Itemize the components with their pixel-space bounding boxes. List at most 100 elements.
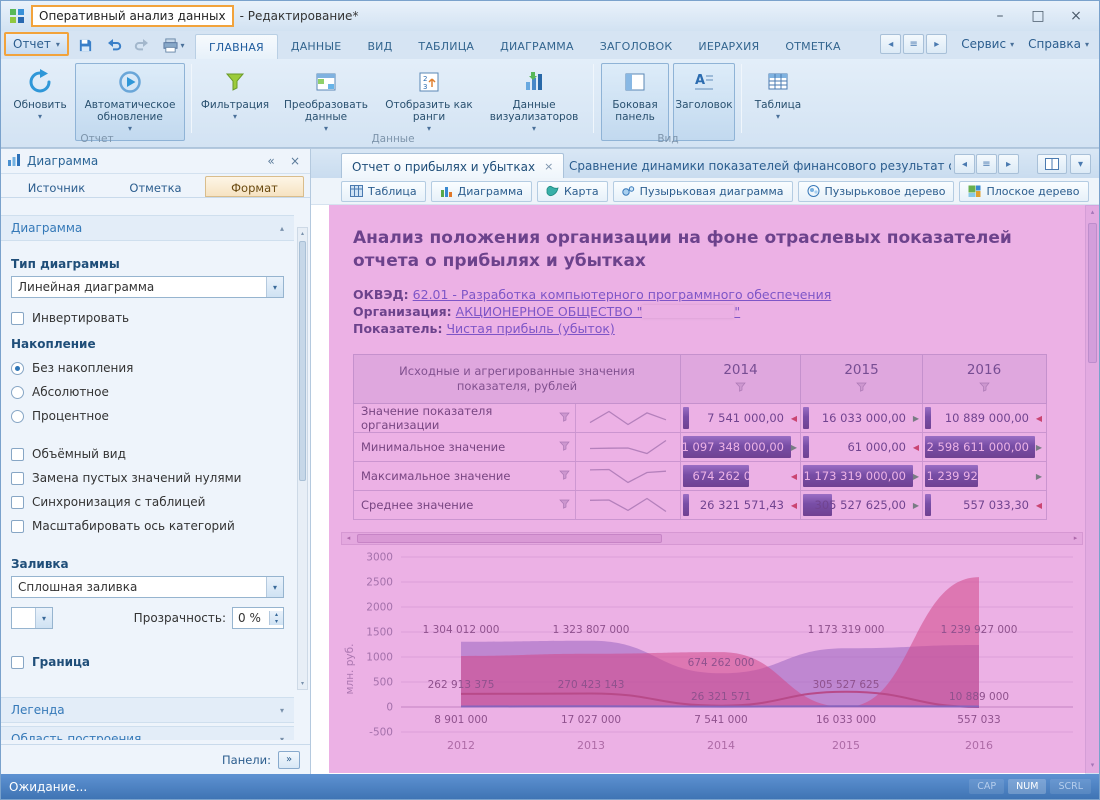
table-header-col1[interactable]: Исходные и агрегированные значения показ… bbox=[354, 355, 681, 403]
border-checkbox[interactable]: Граница bbox=[11, 655, 284, 669]
year-header-2014[interactable]: 2014 bbox=[681, 355, 801, 403]
close-tab-icon[interactable]: × bbox=[544, 160, 553, 173]
table-button[interactable]: Таблица ▾ bbox=[749, 63, 807, 141]
radio-absolute[interactable]: Абсолютное bbox=[11, 385, 284, 399]
filtering-button[interactable]: Фильтрация ▾ bbox=[199, 63, 271, 141]
view-button-bubble-chart[interactable]: Пузырьковая диаграмма bbox=[613, 181, 793, 202]
value-cell[interactable]: 557 033,30◀ bbox=[923, 491, 1045, 519]
doc-tab-profit-loss[interactable]: Отчет о прибылях и убытках× bbox=[341, 153, 564, 179]
panel-tab-source[interactable]: Источник bbox=[7, 176, 106, 197]
radio-no-accumulation[interactable]: Без накопления bbox=[11, 361, 284, 375]
row-name-cell[interactable]: Значение показателя организации bbox=[354, 404, 576, 432]
visualizers-data-button[interactable]: Данные визуализаторов ▾ bbox=[481, 63, 587, 141]
view-button-table[interactable]: Таблица bbox=[341, 181, 426, 202]
value-cell[interactable]: 2 598 611 000,00▶ bbox=[923, 433, 1045, 461]
vertical-scrollbar[interactable]: ▴ ▾ bbox=[1085, 206, 1099, 773]
scroll-down-icon[interactable]: ▾ bbox=[1086, 759, 1099, 773]
view-button-map[interactable]: Карта bbox=[537, 181, 608, 202]
organization-link[interactable]: АКЦИОНЕРНОЕ ОБЩЕСТВО "" bbox=[456, 304, 741, 319]
value-cell[interactable]: 1 173 319 000,00▶ bbox=[801, 462, 923, 490]
line-chart[interactable]: 300025002000150010005000-5001 304 012 00… bbox=[341, 549, 1081, 767]
filter-icon[interactable] bbox=[559, 469, 570, 483]
redo-button[interactable] bbox=[129, 34, 154, 56]
filter-icon[interactable] bbox=[559, 498, 570, 512]
scrollbar-thumb[interactable] bbox=[357, 534, 662, 543]
split-layout-button[interactable] bbox=[1037, 154, 1067, 174]
print-button[interactable]: ▾ bbox=[157, 34, 191, 56]
ribbon-tab-данные[interactable]: ДАННЫЕ bbox=[278, 34, 355, 59]
year-header-2015[interactable]: 2015 bbox=[801, 355, 923, 403]
section-legend[interactable]: Легенда▾ bbox=[1, 697, 294, 723]
list-icon[interactable]: ≡ bbox=[903, 34, 924, 54]
invert-checkbox[interactable]: Инвертировать bbox=[11, 311, 284, 325]
filter-icon[interactable] bbox=[979, 380, 990, 396]
year-header-2016[interactable]: 2016 bbox=[923, 355, 1045, 403]
transparency-spinner[interactable]: 0 % ▴▾ bbox=[232, 607, 284, 629]
scroll-left-icon[interactable]: ◂ bbox=[954, 154, 975, 174]
value-cell[interactable]: 26 321 571,43◀ bbox=[681, 491, 801, 519]
chart-type-select[interactable]: Линейная диаграмма▾ bbox=[11, 276, 284, 298]
scroll-right-icon[interactable]: ▸ bbox=[1069, 533, 1082, 544]
value-cell[interactable]: 16 033 000,00▶ bbox=[801, 404, 923, 432]
view-button-chart[interactable]: Диаграмма bbox=[431, 181, 532, 202]
ribbon-tab-вид[interactable]: ВИД bbox=[354, 34, 405, 59]
close-panel-button[interactable]: × bbox=[286, 154, 304, 168]
ribbon-tab-главная[interactable]: ГЛАВНАЯ bbox=[195, 34, 278, 59]
panel-scrollbar[interactable]: ▴ ▾ bbox=[297, 227, 308, 690]
value-cell[interactable]: 1 097 348 000,00▶ bbox=[681, 433, 801, 461]
radio-percent[interactable]: Процентное bbox=[11, 409, 284, 423]
minimize-button[interactable]: – bbox=[981, 3, 1019, 28]
view-button-bubble-tree[interactable]: Пузырьковое дерево bbox=[798, 181, 955, 202]
value-cell[interactable]: 10 889 000,00◀ bbox=[923, 404, 1045, 432]
filter-icon[interactable] bbox=[559, 440, 570, 454]
okved-link[interactable]: 62.01 - Разработка компьютерного програм… bbox=[413, 287, 832, 302]
scale-axis-checkbox[interactable]: Масштабировать ось категорий bbox=[11, 519, 284, 533]
value-cell[interactable]: 61 000,00◀ bbox=[801, 433, 923, 461]
section-plot-area[interactable]: Область построения▾ bbox=[1, 726, 294, 740]
maximize-button[interactable]: □ bbox=[1019, 3, 1057, 28]
value-cell[interactable]: 7 541 000,00◀ bbox=[681, 404, 801, 432]
panels-expand-button[interactable]: » bbox=[278, 751, 300, 769]
scroll-right-icon[interactable]: ▸ bbox=[926, 34, 947, 54]
indicator-link[interactable]: Чистая прибыль (убыток) bbox=[446, 321, 614, 336]
collapse-panel-button[interactable]: « bbox=[262, 154, 280, 168]
service-menu[interactable]: Сервис▾ bbox=[961, 37, 1014, 51]
replace-empty-checkbox[interactable]: Замена пустых значений нулями bbox=[11, 471, 284, 485]
ribbon-tab-таблица[interactable]: ТАБЛИЦА bbox=[405, 34, 487, 59]
scrollbar-thumb[interactable] bbox=[1088, 223, 1097, 363]
filter-icon[interactable] bbox=[856, 380, 867, 396]
spinner-arrows-icon[interactable]: ▴▾ bbox=[269, 611, 283, 625]
scroll-up-icon[interactable]: ▴ bbox=[298, 228, 307, 239]
close-button[interactable]: × bbox=[1057, 3, 1095, 28]
show-as-ranks-button[interactable]: 23 Отобразить как ранги ▾ bbox=[381, 63, 477, 141]
value-cell[interactable]: 674 262 000,00◀ bbox=[681, 462, 801, 490]
section-chart[interactable]: Диаграмма▴ bbox=[1, 215, 294, 241]
header-toggle-button[interactable]: A Заголовок bbox=[673, 63, 735, 141]
row-name-cell[interactable]: Максимальное значение bbox=[354, 462, 576, 490]
panel-tab-mark[interactable]: Отметка bbox=[106, 176, 205, 197]
value-cell[interactable]: 305 527 625,00▶ bbox=[801, 491, 923, 519]
layout-dropdown-button[interactable]: ▾ bbox=[1070, 154, 1091, 174]
ribbon-tab-диаграмма[interactable]: ДИАГРАММА bbox=[487, 34, 587, 59]
view-button-flat-tree[interactable]: Плоское дерево bbox=[959, 181, 1088, 202]
doc-tab-comparison[interactable]: Сравнение динамики показателей финансово… bbox=[559, 153, 951, 179]
report-menu-button[interactable]: Отчет▾ bbox=[4, 32, 69, 56]
panel-tab-format[interactable]: Формат bbox=[205, 176, 304, 197]
row-name-cell[interactable]: Минимальное значение bbox=[354, 433, 576, 461]
refresh-button[interactable]: Обновить ▾ bbox=[9, 63, 71, 141]
scroll-up-icon[interactable]: ▴ bbox=[1086, 206, 1099, 220]
scroll-left-icon[interactable]: ◂ bbox=[342, 533, 355, 544]
transform-data-button[interactable]: Преобразовать данные ▾ bbox=[275, 63, 377, 141]
scroll-right-icon[interactable]: ▸ bbox=[998, 154, 1019, 174]
scroll-left-icon[interactable]: ◂ bbox=[880, 34, 901, 54]
fill-type-select[interactable]: Сплошная заливка▾ bbox=[11, 576, 284, 598]
save-button[interactable] bbox=[73, 34, 98, 56]
volume-view-checkbox[interactable]: Объёмный вид bbox=[11, 447, 284, 461]
sync-table-checkbox[interactable]: Синхронизация с таблицей bbox=[11, 495, 284, 509]
horizontal-scrollbar[interactable]: ◂ ▸ bbox=[341, 532, 1083, 545]
value-cell[interactable]: 1 239 927 000,00▶ bbox=[923, 462, 1045, 490]
ribbon-tab-заголовок[interactable]: ЗАГОЛОВОК bbox=[587, 34, 686, 59]
ribbon-tab-отметка[interactable]: ОТМЕТКА bbox=[772, 34, 853, 59]
list-icon[interactable]: ≡ bbox=[976, 154, 997, 174]
ribbon-tab-иерархия[interactable]: ИЕРАРХИЯ bbox=[685, 34, 772, 59]
